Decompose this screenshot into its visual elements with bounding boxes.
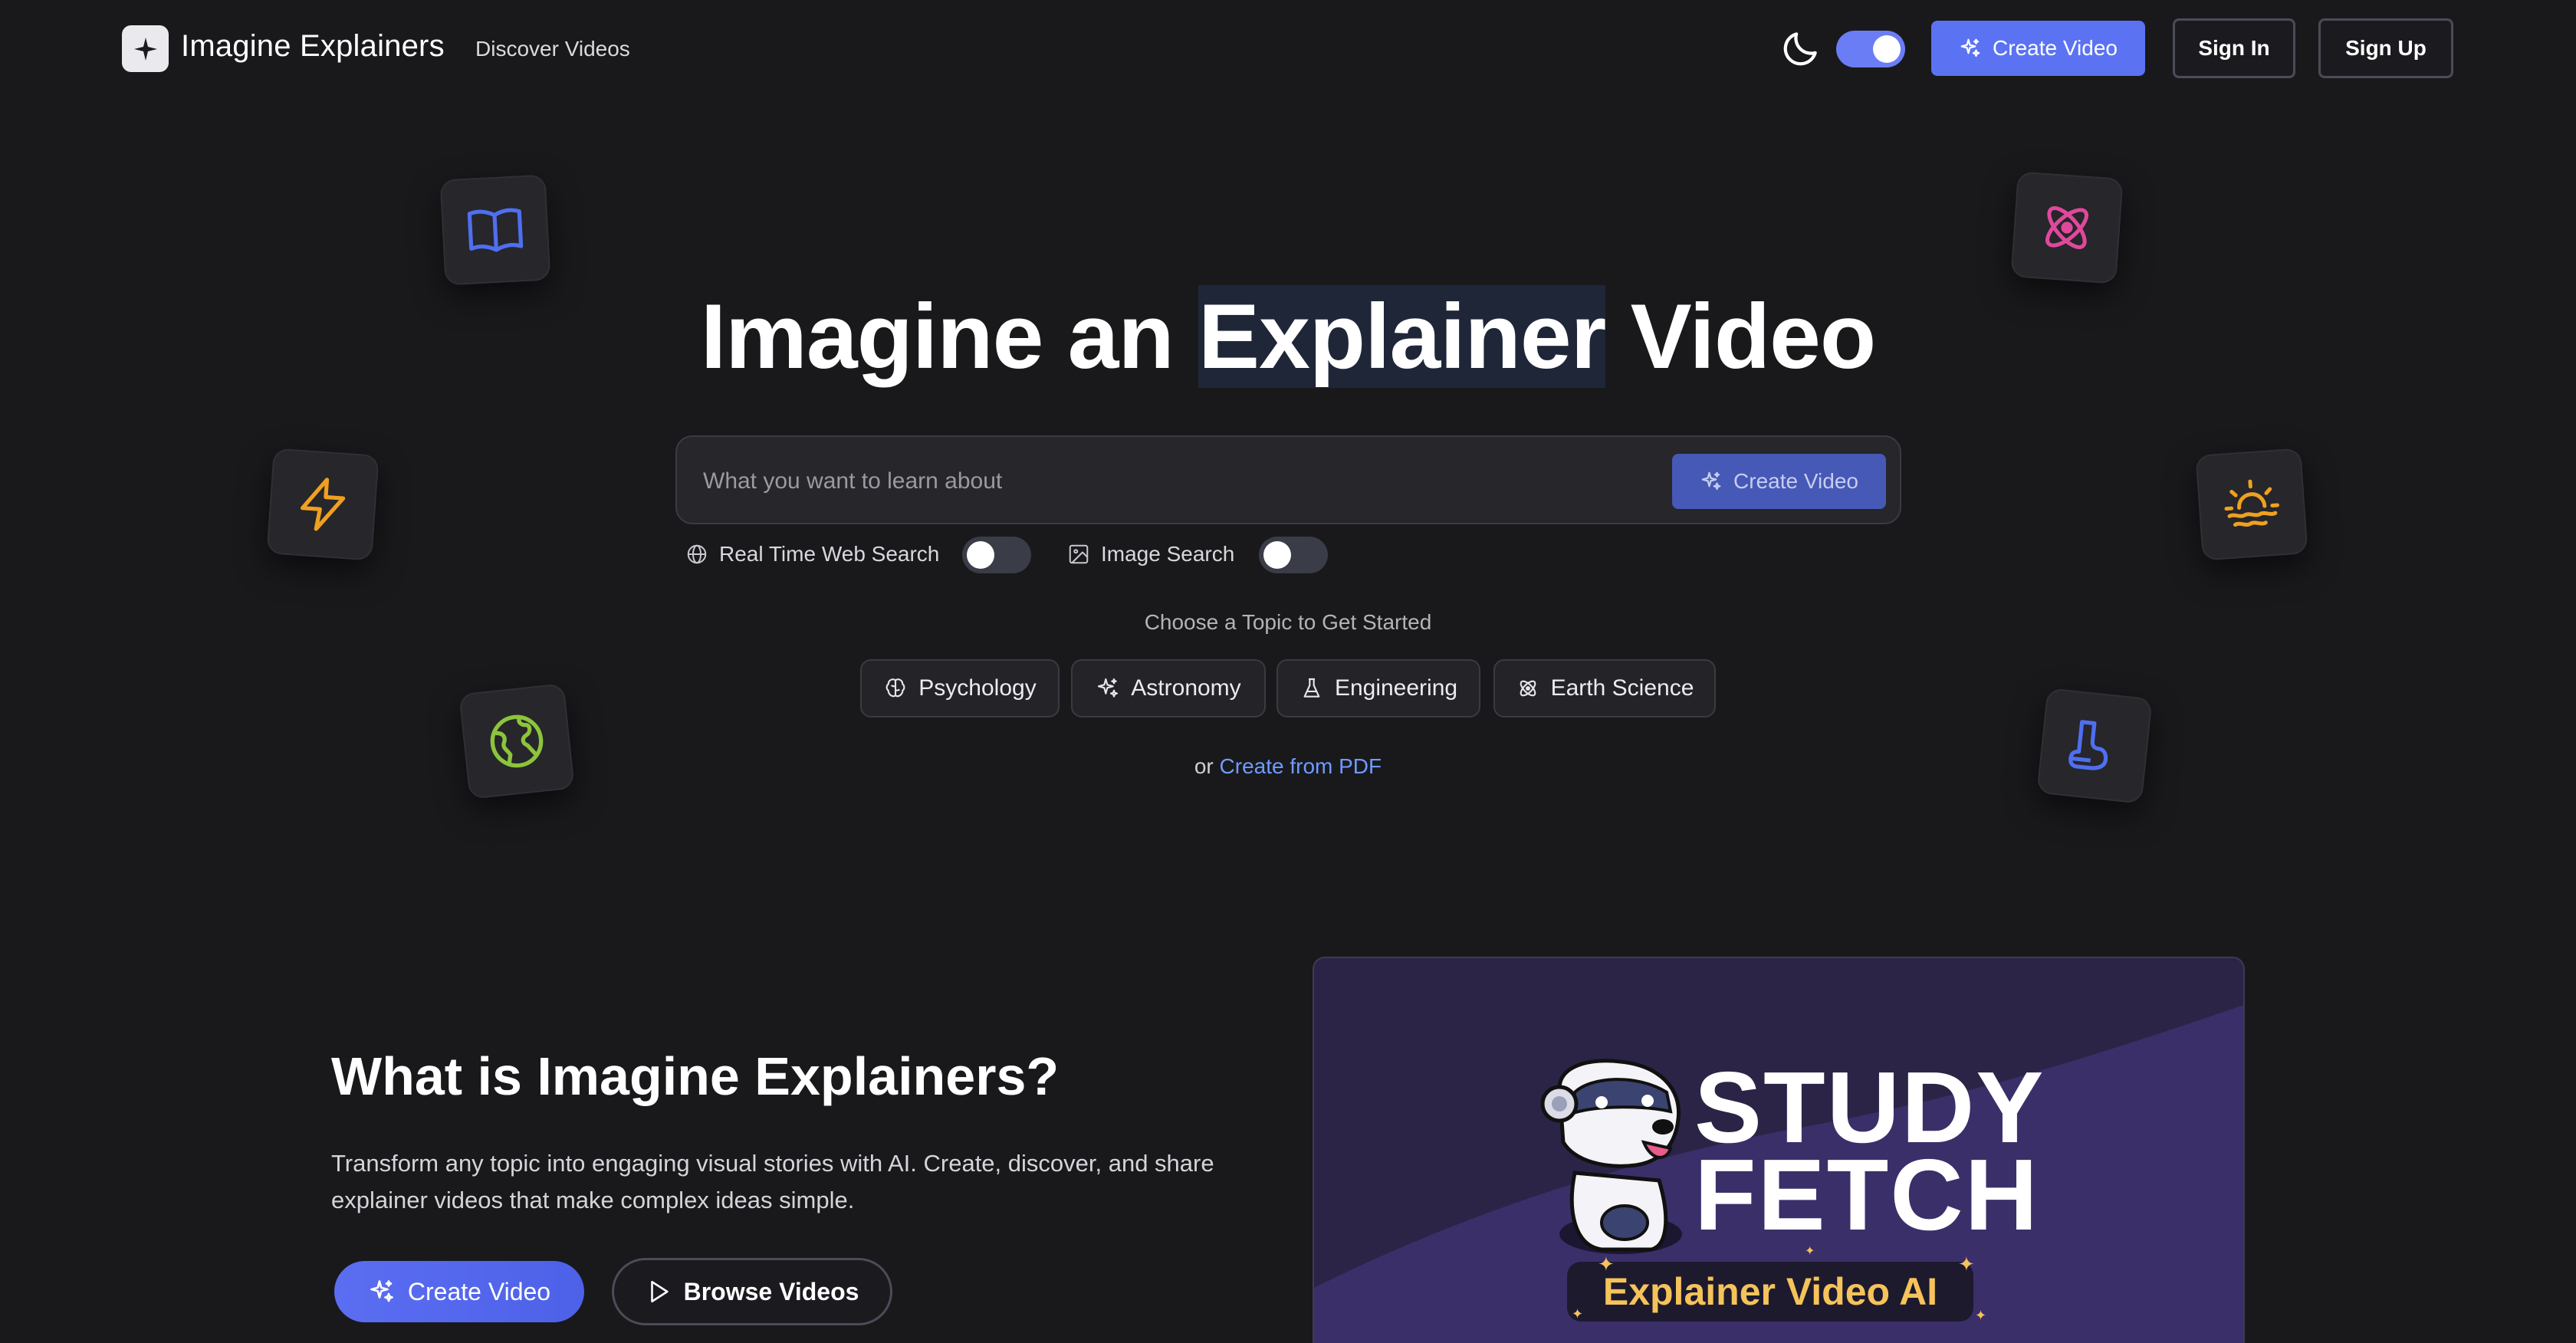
hero-title-part1: Imagine an	[700, 285, 1199, 388]
pdf-prefix: or	[1194, 754, 1220, 778]
choose-topic-label: Choose a Topic to Get Started	[1144, 610, 1432, 634]
sign-up-button[interactable]: Sign Up	[2318, 18, 2453, 78]
image-search-toggle[interactable]	[1259, 537, 1328, 573]
topic-chip-label: Earth Science	[1550, 675, 1694, 701]
topic-chip-psychology[interactable]: Psychology	[860, 659, 1060, 717]
atom-small-icon	[1520, 680, 1536, 697]
video-title-line2: FETCH	[1694, 1138, 2039, 1251]
sparkles-icon	[370, 1280, 393, 1302]
sparkle-icon: ✦	[1805, 1245, 1815, 1258]
web-search-toggle[interactable]	[962, 537, 1031, 573]
tile-globe	[458, 683, 575, 800]
topic-chip-astronomy[interactable]: Astronomy	[1071, 659, 1266, 717]
video-title-line1: STUDY	[1694, 1051, 2045, 1164]
topic-chip-label: Psychology	[918, 675, 1037, 701]
create-from-pdf-link[interactable]: Create from PDF	[1220, 754, 1382, 778]
web-search-option: Real Time Web Search	[685, 535, 939, 573]
image-search-option: Image Search	[1067, 535, 1234, 573]
search-create-video-label: Create Video	[1733, 469, 1858, 493]
topic-chip-label: Astronomy	[1131, 675, 1241, 701]
tile-magnet	[2036, 688, 2153, 804]
image-search-label: Image Search	[1101, 542, 1235, 566]
video-badge: Explainer Video AI	[1567, 1262, 1973, 1322]
sparkle-icon: ✦	[1975, 1308, 1987, 1323]
moon-icon[interactable]	[1779, 27, 1822, 70]
sparkles-icon	[1701, 471, 1721, 491]
toggle-knob	[967, 541, 994, 569]
page: Imagine Explainers Discover Videos Creat…	[0, 0, 2576, 1343]
tile-sunrise	[2195, 448, 2308, 561]
image-icon	[1069, 544, 1089, 564]
section-create-video-button[interactable]: Create Video	[334, 1261, 584, 1322]
sparkles-icon	[1960, 38, 1980, 57]
sunrise-icon	[2224, 479, 2279, 527]
create-video-button[interactable]: Create Video	[1931, 21, 2145, 76]
tile-book	[439, 174, 551, 286]
toggle-knob	[1263, 541, 1291, 569]
topic-chip-label: Engineering	[1334, 675, 1458, 701]
section-description: Transform any topic into engaging visual…	[331, 1150, 1214, 1213]
create-video-label: Create Video	[1993, 36, 2118, 60]
top-nav: Imagine Explainers Discover Videos Creat…	[0, 0, 2576, 98]
search-bar: Create Video	[675, 435, 1901, 524]
web-search-label: Real Time Web Search	[719, 542, 940, 566]
toggle-knob	[1873, 35, 1901, 63]
search-create-video-button[interactable]: Create Video	[1672, 454, 1886, 509]
pdf-line: or Create from PDF	[0, 754, 2576, 779]
sparkle-icon: ✦	[1958, 1253, 1975, 1276]
section-title: What is Imagine Explainers?	[331, 1046, 1060, 1106]
brain-icon	[886, 678, 905, 698]
hero-title-part2: Video	[1605, 285, 1877, 388]
sparkle-logo-icon	[133, 37, 157, 61]
atom-icon	[2045, 206, 2088, 249]
section-create-video-label: Create Video	[407, 1277, 551, 1305]
brand-name[interactable]: Imagine Explainers	[181, 29, 445, 64]
book-icon	[467, 208, 524, 252]
nav-discover-videos[interactable]: Discover Videos	[475, 37, 630, 61]
sign-in-button[interactable]: Sign In	[2173, 18, 2295, 78]
hero-title-highlight: Explainer	[1198, 285, 1606, 388]
lightning-icon	[301, 478, 346, 531]
browse-videos-button[interactable]: Browse Videos	[612, 1258, 892, 1325]
browse-videos-label: Browse Videos	[683, 1277, 859, 1305]
topic-chip-earth-science[interactable]: Earth Science	[1493, 659, 1716, 717]
theme-toggle[interactable]	[1836, 31, 1905, 67]
tile-lightning	[266, 448, 380, 561]
dog-mascot-icon	[1540, 1059, 1682, 1254]
topic-search-input[interactable]	[703, 460, 1608, 503]
video-preview[interactable]: STUDY FETCH Explainer Video AI ✦ ✦ ✦ ✦ ✦	[1313, 957, 2245, 1343]
globe-small-icon	[687, 544, 707, 564]
sparkle-icon: ✦	[1572, 1306, 1584, 1322]
sparkles-icon	[1098, 678, 1119, 698]
tile-atom	[2010, 171, 2124, 284]
flask-icon	[1303, 678, 1320, 698]
topic-chip-engineering[interactable]: Engineering	[1276, 659, 1480, 717]
hero-title: Imagine an Explainer Video	[0, 284, 2576, 389]
logo[interactable]	[122, 25, 169, 72]
sparkle-icon: ✦	[1598, 1253, 1615, 1276]
play-icon	[650, 1280, 669, 1303]
